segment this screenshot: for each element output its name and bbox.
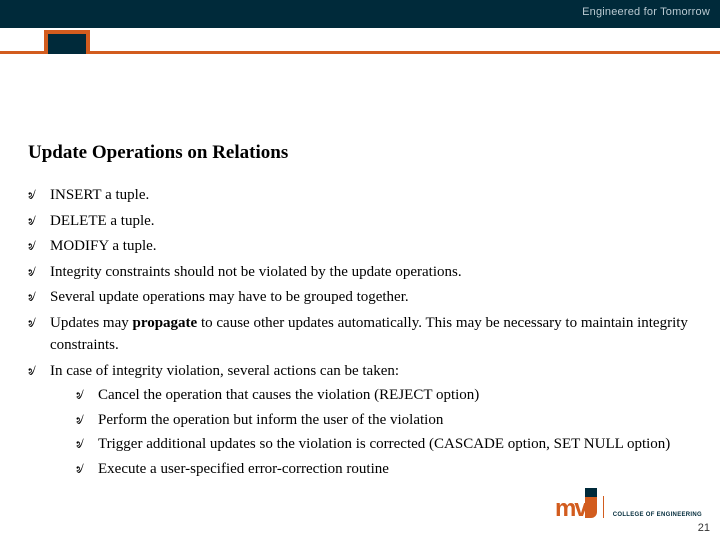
- tagline-text: Engineered for Tomorrow: [582, 6, 710, 18]
- bullet-icon: ৶: [76, 433, 98, 456]
- bullet-icon: ৶: [28, 261, 50, 284]
- logo-letter-m: m: [555, 499, 574, 518]
- list-item: ৶Updates may propagate to cause other up…: [28, 312, 692, 357]
- item-text: Updates may propagate to cause other upd…: [50, 312, 692, 357]
- rule-notch-inner: [48, 34, 86, 54]
- bullet-icon: ৶: [28, 210, 50, 233]
- list-item: ৶MODIFY a tuple.: [28, 235, 692, 258]
- bullet-icon: ৶: [76, 458, 98, 481]
- item-text: Execute a user-specified error-correctio…: [98, 458, 692, 481]
- logo-divider: [603, 496, 604, 518]
- list-item: ৶Trigger additional updates so the viola…: [50, 433, 692, 456]
- list-item: ৶ In case of integrity violation, severa…: [28, 360, 692, 483]
- logo-mark: mv: [555, 488, 597, 518]
- bullet-icon: ৶: [76, 384, 98, 407]
- item-text: Cancel the operation that causes the vio…: [98, 384, 692, 407]
- footer-logo: mv COLLEGE OF ENGINEERING: [555, 488, 702, 518]
- bullet-icon: ৶: [76, 409, 98, 432]
- list-item: ৶Execute a user-specified error-correcti…: [50, 458, 692, 481]
- bullet-icon: ৶: [28, 312, 50, 335]
- slide-content: Update Operations on Relations ৶INSERT a…: [0, 54, 720, 482]
- list-item: ৶Perform the operation but inform the us…: [50, 409, 692, 432]
- bullet-icon: ৶: [28, 235, 50, 258]
- list-item: ৶Several update operations may have to b…: [28, 286, 692, 309]
- bullet-icon: ৶: [28, 360, 50, 383]
- item-text: In case of integrity violation, several …: [50, 360, 692, 483]
- list-item: ৶Integrity constraints should not be vio…: [28, 261, 692, 284]
- orange-rule: [0, 51, 720, 54]
- bullet-icon: ৶: [28, 184, 50, 207]
- list-item: ৶Cancel the operation that causes the vi…: [50, 384, 692, 407]
- item-text: Integrity constraints should not be viol…: [50, 261, 692, 284]
- item-text: MODIFY a tuple.: [50, 235, 692, 258]
- page-number: 21: [698, 522, 710, 534]
- slide-title: Update Operations on Relations: [28, 142, 692, 164]
- item-text: INSERT a tuple.: [50, 184, 692, 207]
- sub-list: ৶Cancel the operation that causes the vi…: [50, 384, 692, 480]
- item-text: Trigger additional updates so the violat…: [98, 433, 692, 456]
- item-text: DELETE a tuple.: [50, 210, 692, 233]
- list-item: ৶INSERT a tuple.: [28, 184, 692, 207]
- logo-letter-j: [585, 488, 597, 518]
- bullet-list: ৶INSERT a tuple. ৶DELETE a tuple. ৶MODIF…: [28, 184, 692, 482]
- logo-subtext: COLLEGE OF ENGINEERING: [613, 512, 702, 518]
- item-text: Several update operations may have to be…: [50, 286, 692, 309]
- header-bar: Engineered for Tomorrow: [0, 0, 720, 28]
- bullet-icon: ৶: [28, 286, 50, 309]
- item-text: Perform the operation but inform the use…: [98, 409, 692, 432]
- list-item: ৶DELETE a tuple.: [28, 210, 692, 233]
